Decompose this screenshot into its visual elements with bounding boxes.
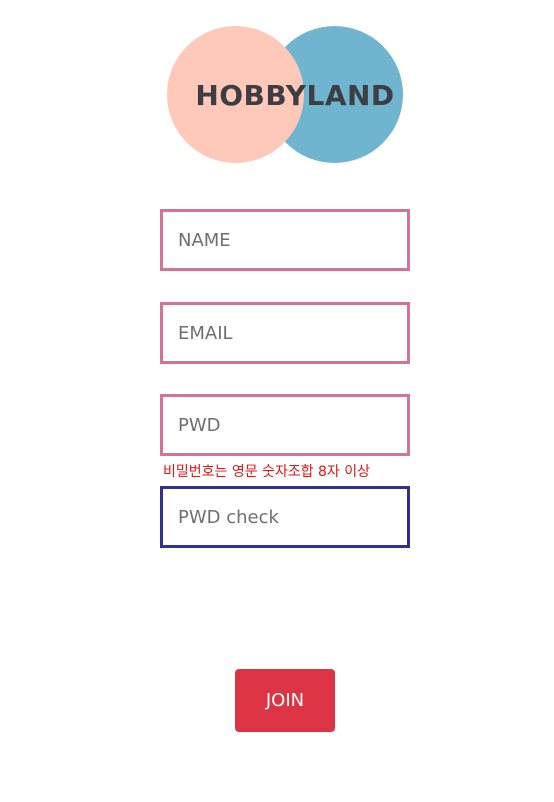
password-input[interactable] xyxy=(160,394,410,456)
name-input[interactable] xyxy=(160,209,410,271)
logo-text: HOBBYLAND xyxy=(195,79,395,112)
password-hint: 비밀번호는 영문 숫자조합 8자 이상 xyxy=(163,464,371,480)
hobbyland-logo: HOBBYLAND xyxy=(166,26,406,166)
join-button[interactable]: JOIN xyxy=(235,669,335,732)
email-input[interactable] xyxy=(160,302,410,364)
join-page: HOBBYLAND 비밀번호는 영문 숫자조합 8자 이상 JOIN xyxy=(0,0,554,802)
password-check-input[interactable] xyxy=(160,486,410,548)
